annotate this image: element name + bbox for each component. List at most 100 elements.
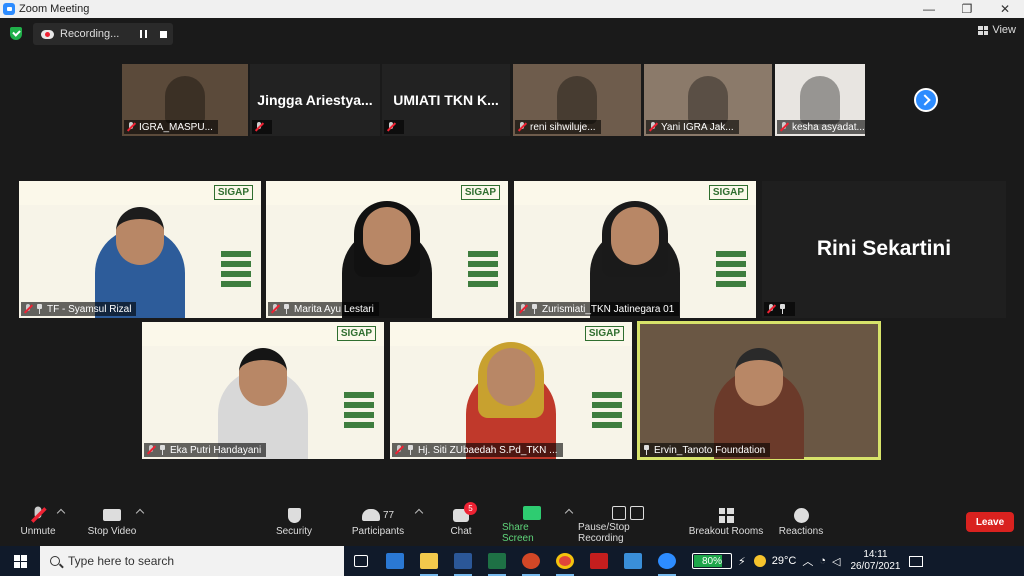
search-icon	[50, 556, 60, 566]
task-view-icon	[354, 555, 368, 567]
video-tile[interactable]: SIGAP Hj. Siti ZUbaedah S.Pd_TKN ...	[390, 322, 632, 459]
video-tile[interactable]: SIGAP Marita Ayu Lestari	[266, 181, 508, 318]
word-app-button[interactable]	[446, 546, 480, 576]
strip-tile[interactable]: Yani IGRA Jak...	[644, 64, 772, 136]
signpost-graphic	[221, 251, 251, 257]
battery-indicator[interactable]: 80%	[692, 553, 732, 569]
close-button[interactable]: ✕	[986, 0, 1024, 18]
taskbar-search-box[interactable]: Type here to search	[40, 546, 344, 576]
pause-stop-recording-button[interactable]: Pause/Stop Recording	[578, 504, 678, 544]
weather-sun-icon[interactable]	[753, 555, 766, 567]
strip-tile[interactable]: UMIATI TKN K...	[382, 64, 510, 136]
signpost-graphic	[344, 422, 374, 428]
chrome-app-button[interactable]	[548, 546, 582, 576]
reactions-smiley-icon	[793, 507, 809, 523]
unmute-button[interactable]: Unmute	[18, 504, 58, 544]
security-shield-icon	[287, 507, 301, 523]
meeting-stage: Recording... View IGRA_MASPU... Jingga Ar…	[0, 18, 1024, 500]
clock-date: 26/07/2021	[850, 561, 901, 572]
window-titlebar: Zoom Meeting — ❐ ✕	[0, 0, 1024, 18]
signpost-graphic	[221, 261, 251, 267]
virtual-background-slide: SIGAP	[19, 181, 261, 205]
task-view-button[interactable]	[344, 546, 378, 576]
powerpoint-app-button[interactable]	[514, 546, 548, 576]
participant-video	[557, 76, 597, 124]
participant-name-tag	[764, 302, 795, 316]
view-button[interactable]: View	[978, 24, 1016, 36]
stop-video-button[interactable]: Stop Video	[84, 504, 140, 544]
sigap-logo: SIGAP	[460, 185, 500, 200]
tray-overflow-chevron-icon[interactable]: ︿	[802, 553, 813, 569]
leave-button[interactable]: Leave	[966, 512, 1014, 532]
restore-button[interactable]: ❐	[948, 0, 986, 18]
pause-recording-button[interactable]	[133, 25, 153, 43]
participant-video	[800, 76, 840, 124]
excel-app-button[interactable]	[480, 546, 514, 576]
reactions-button[interactable]: Reactions	[778, 504, 824, 544]
video-tile[interactable]: Rini Sekartini	[762, 181, 1006, 318]
participant-display-name: Rini Sekartini	[816, 237, 952, 260]
participant-name: Marita Ayu Lestari	[294, 303, 374, 315]
participant-name-tag	[252, 120, 272, 134]
share-options-caret-icon[interactable]	[564, 508, 574, 518]
grid-view-icon	[978, 25, 989, 35]
mail-app-button[interactable]	[378, 546, 412, 576]
file-explorer-button[interactable]	[412, 546, 446, 576]
stop-icon	[159, 30, 167, 38]
window-title: Zoom Meeting	[19, 3, 90, 15]
mic-muted-icon	[255, 122, 263, 132]
pin-icon	[407, 445, 414, 455]
notifications-button[interactable]	[901, 546, 931, 576]
start-button[interactable]	[0, 546, 40, 576]
reactions-label: Reactions	[778, 526, 824, 537]
strip-tile[interactable]: Jingga Ariestya...	[250, 64, 380, 136]
participant-name: Yani IGRA Jak...	[661, 121, 734, 133]
participant-face	[611, 207, 659, 265]
pin-icon	[283, 304, 290, 314]
sigap-logo: SIGAP	[708, 185, 748, 200]
participant-name-tag: Yani IGRA Jak...	[646, 120, 739, 134]
participant-name: Eka Putri Handayani	[170, 444, 262, 456]
share-screen-icon	[523, 506, 541, 520]
security-button[interactable]: Security	[274, 504, 314, 544]
encryption-shield-icon[interactable]	[10, 27, 22, 40]
video-tile[interactable]: SIGAP Zurismiati_TKN Jatinegara 01	[514, 181, 756, 318]
system-tray: 29°C ︿ ◔ ◁	[753, 553, 840, 569]
participant-face	[487, 348, 535, 406]
participants-label: Participants	[351, 526, 405, 537]
strip-tile[interactable]: kesha asyadat...	[775, 64, 865, 136]
chat-button[interactable]: 5 Chat	[446, 502, 477, 544]
video-tile[interactable]: Ervin_Tanoto Foundation	[637, 321, 881, 460]
sigap-logo: SIGAP	[584, 326, 624, 341]
minimize-button[interactable]: —	[910, 0, 948, 18]
photos-app-button[interactable]	[616, 546, 650, 576]
zoom-taskbar-icon	[658, 553, 676, 569]
signpost-graphic	[592, 392, 622, 398]
acrobat-app-button[interactable]	[582, 546, 616, 576]
temperature[interactable]: 29°C	[772, 555, 797, 567]
taskbar-clock[interactable]: 14:11 26/07/2021	[850, 549, 900, 573]
participant-face	[363, 207, 411, 265]
video-tile[interactable]: SIGAP Eka Putri Handayani	[142, 322, 384, 459]
strip-tile[interactable]: reni sihwiluje...	[513, 64, 641, 136]
network-icon[interactable]: ◔	[819, 555, 826, 567]
share-screen-button[interactable]: Share Screen	[502, 504, 562, 544]
clock-time: 14:11	[863, 549, 888, 560]
chrome-icon	[556, 553, 574, 569]
battery-percent: 80%	[701, 555, 722, 567]
strip-tile[interactable]: IGRA_MASPU...	[122, 64, 248, 136]
zoom-app-button[interactable]	[650, 546, 684, 576]
notifications-icon	[908, 555, 923, 567]
signpost-graphic	[716, 261, 746, 267]
stop-recording-button[interactable]	[153, 25, 173, 43]
participant-name: IGRA_MASPU...	[139, 121, 213, 133]
video-tile[interactable]: SIGAP TF - Syamsul Rizal	[19, 181, 261, 318]
participants-options-caret-icon[interactable]	[414, 508, 424, 518]
participant-name-tag: Eka Putri Handayani	[144, 443, 267, 457]
volume-icon[interactable]: ◁	[832, 555, 840, 568]
participants-button[interactable]: 77 Participants	[350, 504, 406, 544]
next-page-button[interactable]	[914, 88, 938, 112]
audio-options-caret-icon[interactable]	[56, 508, 66, 518]
breakout-rooms-button[interactable]: Breakout Rooms	[688, 504, 764, 544]
participants-count: 77	[382, 509, 395, 521]
